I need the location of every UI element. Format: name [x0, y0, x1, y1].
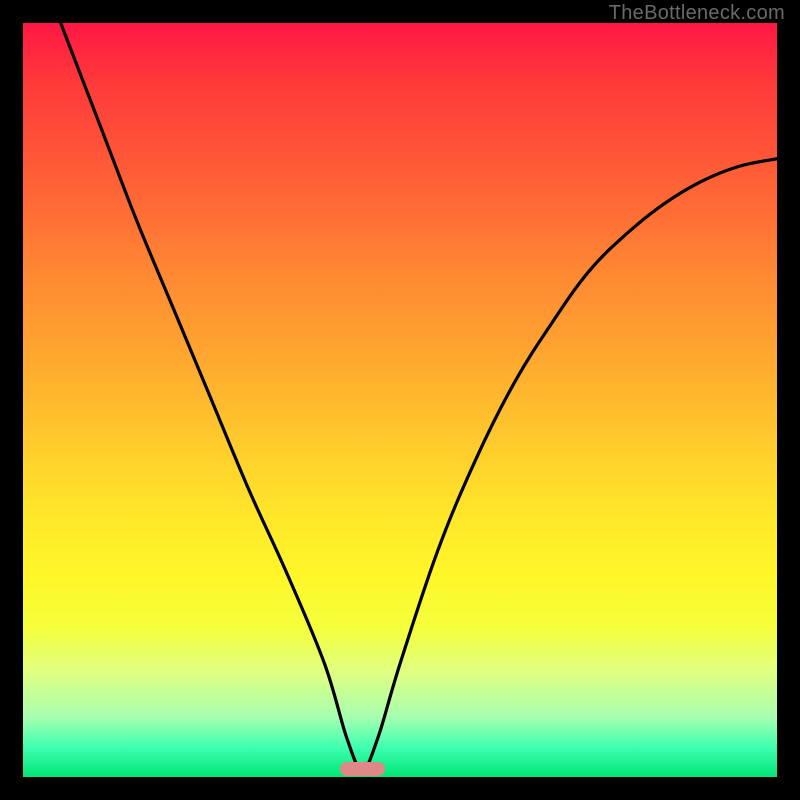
minimum-marker	[340, 762, 385, 776]
bottleneck-curve	[61, 23, 777, 769]
watermark-text: TheBottleneck.com	[609, 2, 785, 25]
curve-svg	[23, 23, 777, 777]
chart-container: TheBottleneck.com	[0, 0, 800, 800]
plot-area	[23, 23, 777, 777]
